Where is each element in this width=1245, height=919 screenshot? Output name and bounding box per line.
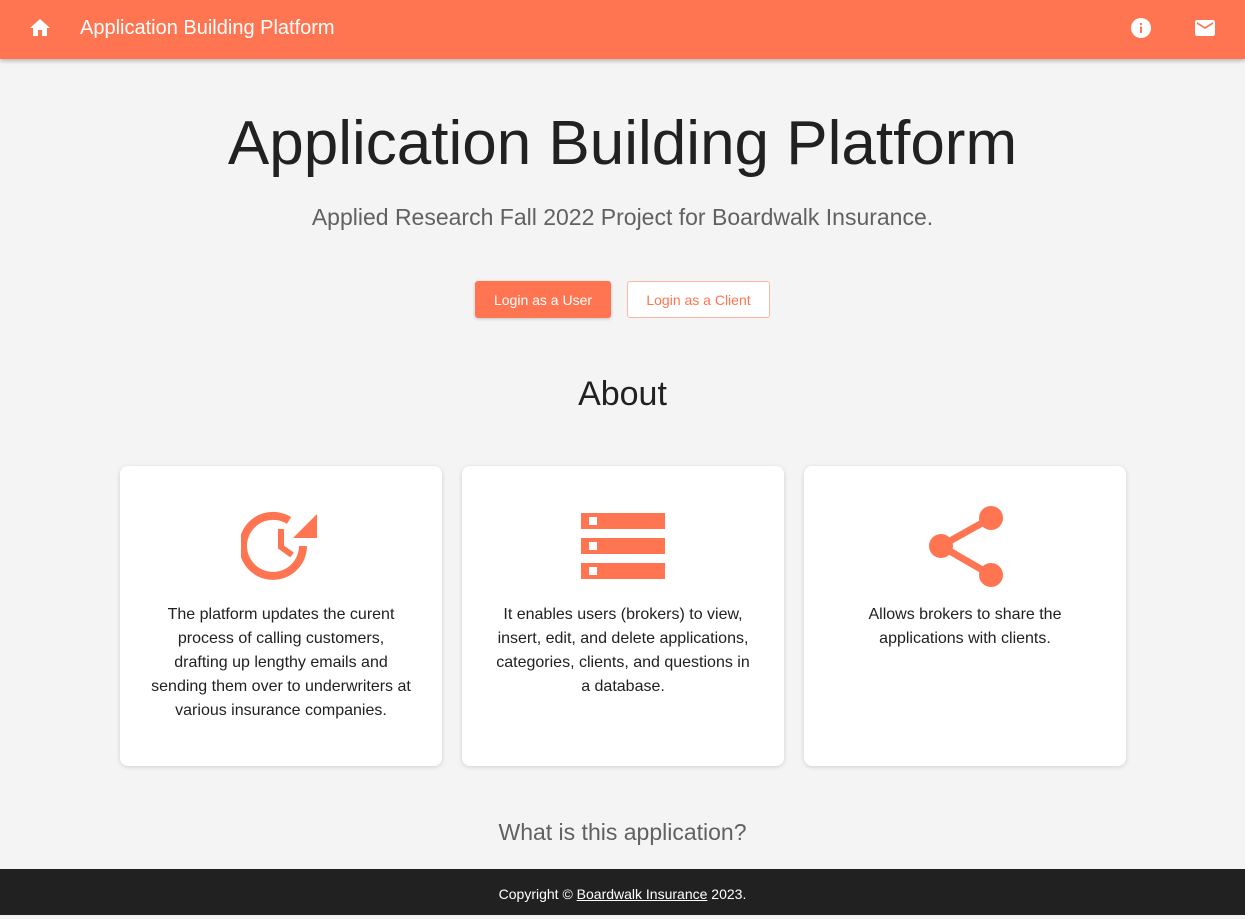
hero-title: Application Building Platform bbox=[227, 109, 1018, 178]
login-client-button[interactable]: Login as a Client bbox=[627, 281, 770, 318]
login-user-button[interactable]: Login as a User bbox=[475, 281, 611, 318]
about-card-share: Allows brokers to share the applications… bbox=[804, 466, 1126, 766]
boardwalk-link[interactable]: Boardwalk Insurance bbox=[577, 886, 708, 902]
about-heading: About bbox=[578, 375, 667, 413]
footer: Copyright © Boardwalk Insurance 2023. bbox=[0, 869, 1245, 915]
mail-button[interactable] bbox=[1193, 16, 1217, 40]
home-icon bbox=[30, 19, 50, 36]
storage-list-icon bbox=[581, 513, 665, 579]
about-card-text: Allows brokers to share the applications… bbox=[868, 606, 1062, 647]
about-card-text: The platform updates the curent process … bbox=[151, 606, 411, 719]
home-button[interactable] bbox=[28, 16, 52, 40]
info-icon bbox=[1131, 18, 1151, 38]
about-card-update: The platform updates the curent process … bbox=[120, 466, 442, 766]
copyright-year: 2023. bbox=[711, 886, 747, 902]
about-card-database: It enables users (brokers) to view, inse… bbox=[462, 466, 784, 766]
copyright-prefix: Copyright © bbox=[498, 886, 573, 902]
what-is-heading: What is this application? bbox=[498, 819, 747, 845]
update-clock-icon bbox=[241, 511, 317, 580]
about-card-text: It enables users (brokers) to view, inse… bbox=[496, 606, 750, 695]
mail-icon bbox=[1195, 20, 1215, 36]
info-button[interactable] bbox=[1129, 16, 1153, 40]
share-icon bbox=[929, 506, 1003, 587]
app-bar: Application Building Platform bbox=[0, 0, 1245, 59]
app-title[interactable]: Application Building Platform bbox=[80, 15, 335, 41]
hero-subtitle: Applied Research Fall 2022 Project for B… bbox=[311, 204, 934, 230]
